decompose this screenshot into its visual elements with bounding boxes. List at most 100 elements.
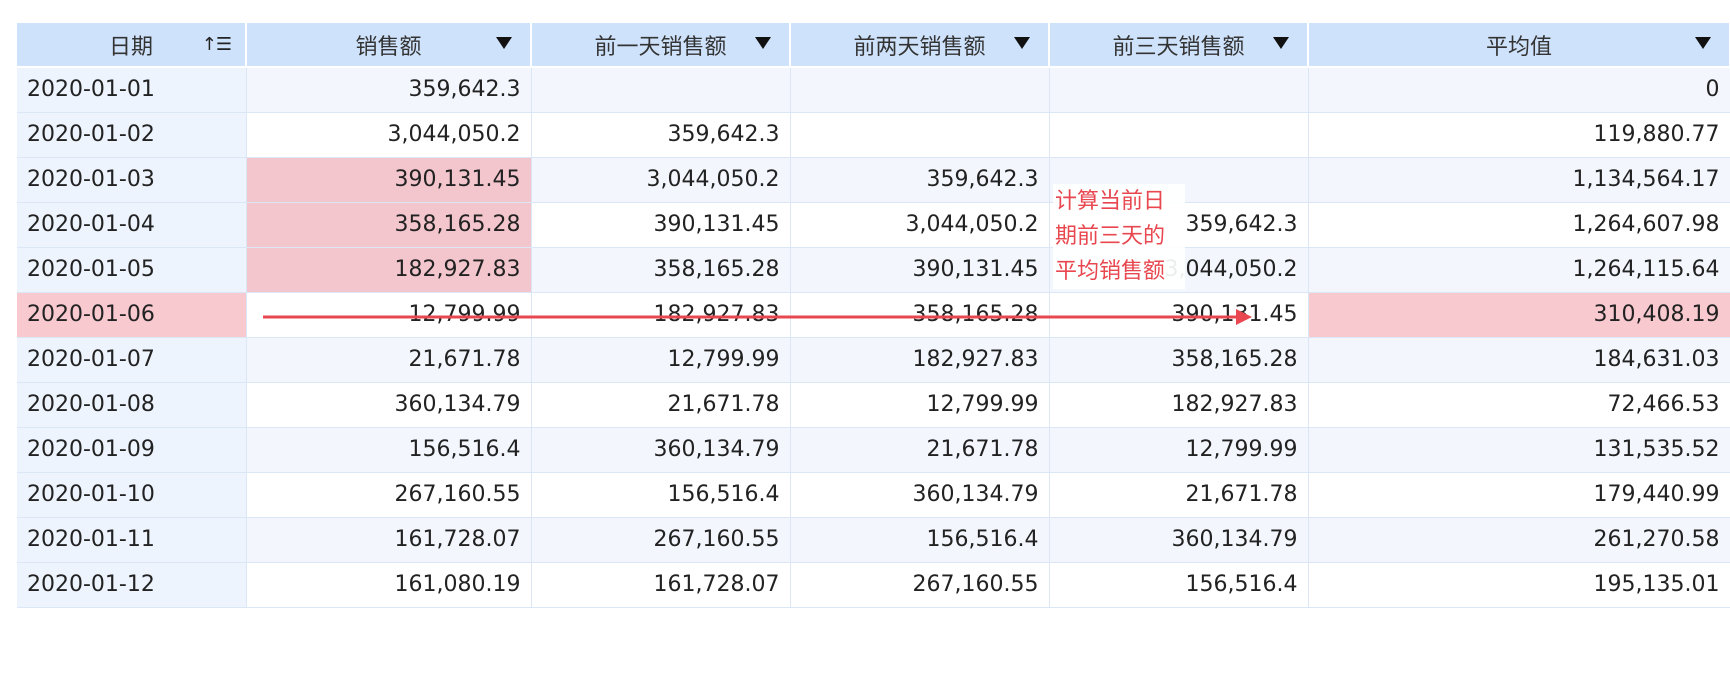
cell-prev3[interactable]: 358,165.28 (1049, 337, 1309, 383)
cell-avg[interactable]: 0 (1308, 67, 1730, 113)
filter-dropdown-icon[interactable] (1273, 37, 1289, 49)
cell-prev2[interactable]: 3,044,050.2 (790, 202, 1050, 248)
cell-prev3[interactable] (1049, 112, 1309, 158)
column-header-label: 平均值 (1485, 34, 1552, 60)
cell-prev3[interactable]: 182,927.83 (1049, 382, 1309, 428)
cell-prev3[interactable]: 21,671.78 (1049, 472, 1309, 518)
cell-prev2[interactable]: 182,927.83 (790, 337, 1050, 383)
cell-sales[interactable]: 359,642.3 (246, 67, 532, 113)
cell-date[interactable]: 2020-01-08 (17, 382, 247, 428)
table-row[interactable]: 2020-01-11 161,728.07 267,160.55 156,516.4 3… (17, 517, 1730, 563)
cell-prev1[interactable]: 156,516.4 (531, 472, 791, 518)
cell-prev3[interactable]: 156,516.4 (1049, 562, 1309, 608)
cell-prev1[interactable]: 390,131.45 (531, 202, 791, 248)
filter-dropdown-icon[interactable] (755, 37, 771, 49)
cell-date[interactable]: 2020-01-02 (17, 112, 247, 158)
cell-date[interactable]: 2020-01-12 (17, 562, 247, 608)
cell-avg[interactable]: 195,135.01 (1308, 562, 1730, 608)
header-row: 日期 ↑☰ 销售额 前一天销售额 前两天销售额 前三天销售额 平均值 (17, 23, 1730, 68)
filter-dropdown-icon[interactable] (496, 37, 512, 49)
cell-prev1[interactable]: 12,799.99 (531, 337, 791, 383)
table-row[interactable]: 2020-01-05 182,927.83 358,165.28 390,131.45… (17, 247, 1730, 293)
cell-prev1[interactable]: 3,044,050.2 (531, 157, 791, 203)
column-header-label: 前两天销售额 (853, 34, 986, 60)
cell-sales[interactable]: 390,131.45 (246, 157, 532, 203)
cell-prev1[interactable] (531, 67, 791, 113)
cell-prev2[interactable]: 156,516.4 (790, 517, 1050, 563)
cell-sales[interactable]: 12,799.99 (246, 292, 532, 338)
cell-avg[interactable]: 261,270.58 (1308, 517, 1730, 563)
cell-prev2[interactable] (790, 112, 1050, 158)
cell-sales[interactable]: 21,671.78 (246, 337, 532, 383)
cell-avg[interactable]: 131,535.52 (1308, 427, 1730, 473)
cell-prev2[interactable]: 358,165.28 (790, 292, 1050, 338)
cell-sales[interactable]: 161,728.07 (246, 517, 532, 563)
cell-prev2[interactable]: 21,671.78 (790, 427, 1050, 473)
cell-prev1[interactable]: 21,671.78 (531, 382, 791, 428)
table-row[interactable]: 2020-01-12 161,080.19 161,728.07 267,160.55… (17, 562, 1730, 608)
column-header-prev3[interactable]: 前三天销售额 (1049, 23, 1309, 68)
cell-date[interactable]: 2020-01-04 (17, 202, 247, 248)
cell-date[interactable]: 2020-01-01 (17, 67, 247, 113)
annotation-note: 计算当前日期前三天的平均销售额 (1053, 184, 1185, 289)
cell-sales[interactable]: 267,160.55 (246, 472, 532, 518)
cell-date[interactable]: 2020-01-10 (17, 472, 247, 518)
cell-avg[interactable]: 1,264,607.98 (1308, 202, 1730, 248)
column-header-prev1[interactable]: 前一天销售额 (531, 23, 791, 68)
cell-avg[interactable]: 1,264,115.64 (1308, 247, 1730, 293)
cell-avg[interactable]: 1,134,564.17 (1308, 157, 1730, 203)
column-header-label: 前一天销售额 (594, 34, 727, 60)
cell-prev1[interactable]: 359,642.3 (531, 112, 791, 158)
cell-sales[interactable]: 360,134.79 (246, 382, 532, 428)
cell-prev1[interactable]: 161,728.07 (531, 562, 791, 608)
sort-icon[interactable]: ↑☰ (202, 34, 232, 55)
table-row[interactable]: 2020-01-10 267,160.55 156,516.4 360,134.79 2… (17, 472, 1730, 518)
filter-dropdown-icon[interactable] (1014, 37, 1030, 49)
column-header-sales[interactable]: 销售额 (246, 23, 532, 68)
filter-dropdown-icon[interactable] (1695, 37, 1711, 49)
cell-date[interactable]: 2020-01-03 (17, 157, 247, 203)
cell-prev2[interactable]: 267,160.55 (790, 562, 1050, 608)
cell-sales[interactable]: 156,516.4 (246, 427, 532, 473)
cell-sales[interactable]: 182,927.83 (246, 247, 532, 293)
column-header-label: 前三天销售额 (1112, 34, 1245, 60)
cell-date[interactable]: 2020-01-09 (17, 427, 247, 473)
cell-sales[interactable]: 358,165.28 (246, 202, 532, 248)
cell-prev1[interactable]: 182,927.83 (531, 292, 791, 338)
cell-date[interactable]: 2020-01-06 (17, 292, 247, 338)
table-row[interactable]: 2020-01-02 3,044,050.2 359,642.3 119,880.77 (17, 112, 1730, 158)
table-row[interactable]: 2020-01-09 156,516.4 360,134.79 21,671.78 12… (17, 427, 1730, 473)
cell-prev3[interactable]: 390,131.45 (1049, 292, 1309, 338)
table-row[interactable]: 2020-01-01 359,642.3 0 (17, 67, 1730, 113)
cell-prev3[interactable]: 12,799.99 (1049, 427, 1309, 473)
table-row[interactable]: 2020-01-06 12,799.99 182,927.83 358,165.28 3… (17, 292, 1730, 338)
cell-avg[interactable]: 179,440.99 (1308, 472, 1730, 518)
table-row[interactable]: 2020-01-03 390,131.45 3,044,050.2 359,642.3… (17, 157, 1730, 203)
cell-sales[interactable]: 3,044,050.2 (246, 112, 532, 158)
cell-prev3[interactable]: 360,134.79 (1049, 517, 1309, 563)
table-row[interactable]: 2020-01-08 360,134.79 21,671.78 12,799.99 18… (17, 382, 1730, 428)
cell-prev2[interactable]: 12,799.99 (790, 382, 1050, 428)
cell-avg[interactable]: 119,880.77 (1308, 112, 1730, 158)
cell-sales[interactable]: 161,080.19 (246, 562, 532, 608)
cell-prev1[interactable]: 267,160.55 (531, 517, 791, 563)
cell-date[interactable]: 2020-01-11 (17, 517, 247, 563)
cell-prev2[interactable] (790, 67, 1050, 113)
column-header-average[interactable]: 平均值 (1308, 23, 1730, 68)
table-row[interactable]: 2020-01-04 358,165.28 390,131.45 3,044,050.… (17, 202, 1730, 248)
column-header-prev2[interactable]: 前两天销售额 (790, 23, 1050, 68)
cell-prev1[interactable]: 360,134.79 (531, 427, 791, 473)
cell-prev2[interactable]: 359,642.3 (790, 157, 1050, 203)
cell-date[interactable]: 2020-01-05 (17, 247, 247, 293)
cell-avg[interactable]: 184,631.03 (1308, 337, 1730, 383)
cell-avg[interactable]: 310,408.19 (1308, 292, 1730, 338)
cell-prev2[interactable]: 390,131.45 (790, 247, 1050, 293)
cell-prev2[interactable]: 360,134.79 (790, 472, 1050, 518)
table-row[interactable]: 2020-01-07 21,671.78 12,799.99 182,927.83 35… (17, 337, 1730, 383)
column-header-label: 销售额 (355, 34, 422, 60)
column-header-date[interactable]: 日期 ↑☰ (17, 23, 247, 68)
cell-prev1[interactable]: 358,165.28 (531, 247, 791, 293)
cell-avg[interactable]: 72,466.53 (1308, 382, 1730, 428)
cell-date[interactable]: 2020-01-07 (17, 337, 247, 383)
cell-prev3[interactable] (1049, 67, 1309, 113)
